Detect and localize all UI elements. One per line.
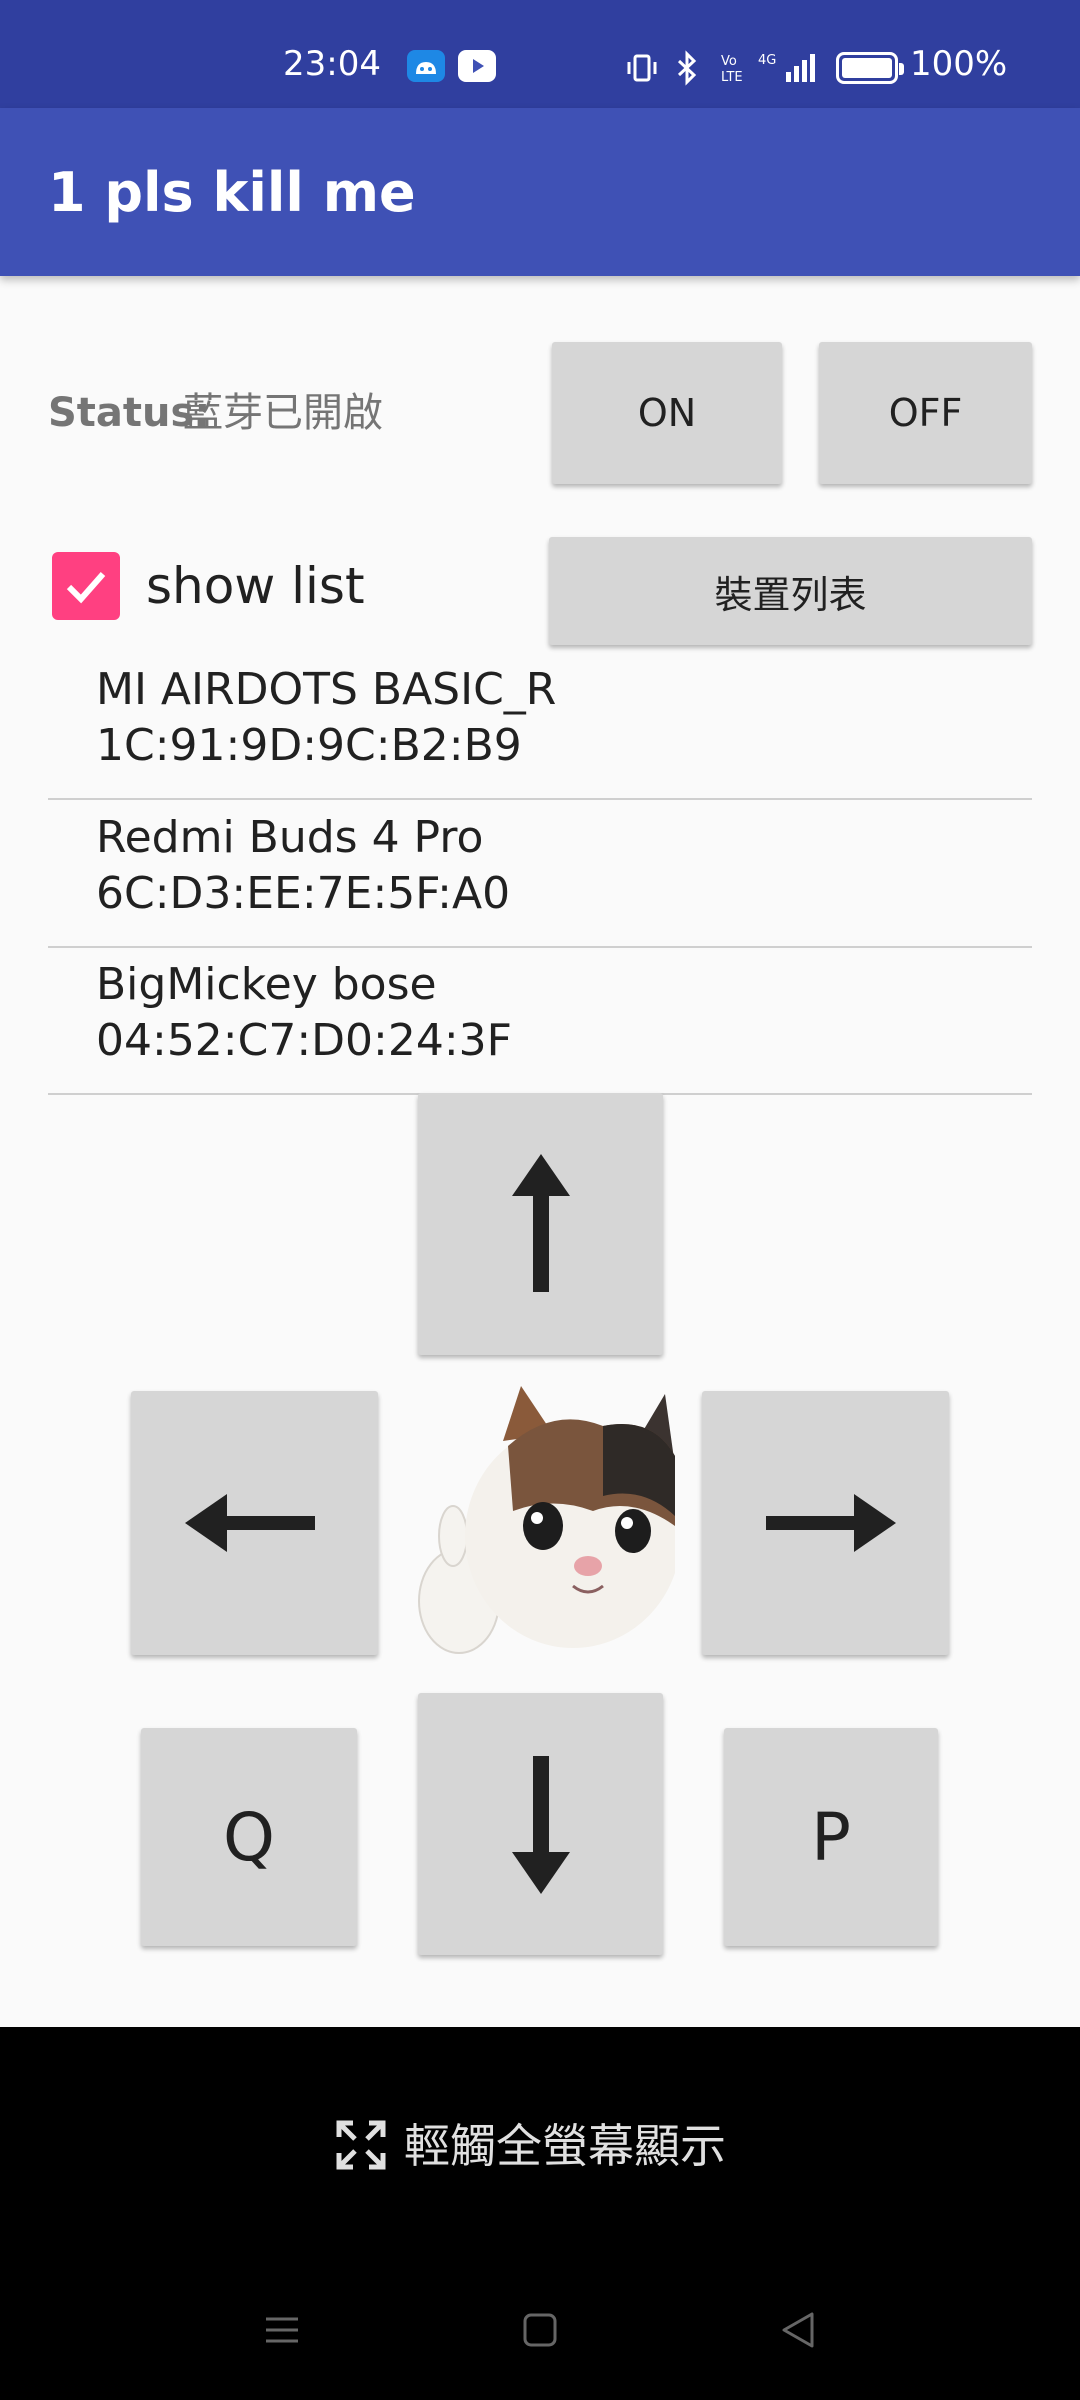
- on-button[interactable]: ON: [552, 342, 782, 484]
- app-title: 1 pls kill me: [48, 161, 416, 224]
- q-button[interactable]: Q: [141, 1728, 357, 1946]
- 4g-signal-icon: 4G: [758, 50, 820, 86]
- battery-percent: 100%: [910, 44, 1008, 84]
- arrow-right-icon: [765, 1494, 896, 1552]
- device-name: BigMickey bose: [96, 959, 437, 1010]
- off-button[interactable]: OFF: [819, 342, 1032, 484]
- volte-icon: Vo LTE: [719, 50, 747, 86]
- battery-icon: [836, 52, 904, 84]
- device-address: 6C:D3:EE:7E:5F:A0: [96, 868, 511, 919]
- device-address: 04:52:C7:D0:24:3F: [96, 1015, 512, 1066]
- show-list-label[interactable]: show list: [146, 556, 365, 616]
- arrow-down-icon: [511, 1756, 570, 1894]
- device-address: 1C:91:9D:9C:B2:B9: [96, 720, 522, 771]
- left-button[interactable]: [131, 1391, 378, 1655]
- youtube-icon: [458, 50, 496, 82]
- status-time: 23:04: [283, 44, 381, 84]
- list-item[interactable]: BigMickey bose 04:52:C7:D0:24:3F: [48, 947, 1032, 1095]
- menu-icon[interactable]: [262, 2310, 302, 2354]
- show-list-checkbox[interactable]: [52, 552, 120, 620]
- fullscreen-label[interactable]: 輕觸全螢幕顯示: [404, 2118, 726, 2174]
- cat-image: [403, 1386, 675, 1658]
- back-icon[interactable]: [778, 2310, 818, 2354]
- right-button[interactable]: [702, 1391, 949, 1655]
- arrow-up-icon: [511, 1154, 570, 1292]
- android-icon: [407, 50, 445, 82]
- device-list-button[interactable]: 裝置列表: [549, 537, 1032, 645]
- expand-icon[interactable]: [336, 2120, 386, 2170]
- arrow-left-icon: [184, 1494, 315, 1552]
- up-button[interactable]: [418, 1093, 663, 1355]
- svg-text:Vo: Vo: [721, 54, 737, 69]
- list-item[interactable]: Redmi Buds 4 Pro 6C:D3:EE:7E:5F:A0: [48, 800, 1032, 948]
- device-name: MI AIRDOTS BASIC_R: [96, 664, 557, 715]
- bluetooth-icon: [675, 50, 699, 86]
- svg-text:4G: 4G: [758, 53, 776, 68]
- device-name: Redmi Buds 4 Pro: [96, 812, 484, 863]
- list-item[interactable]: MI AIRDOTS BASIC_R 1C:91:9D:9C:B2:B9: [48, 652, 1032, 800]
- vibrate-icon: [626, 50, 658, 86]
- home-icon[interactable]: [520, 2310, 560, 2354]
- svg-text:LTE: LTE: [721, 70, 743, 85]
- down-button[interactable]: [418, 1693, 663, 1955]
- checkmark-icon: [66, 572, 106, 604]
- p-button[interactable]: P: [724, 1728, 938, 1946]
- status-value: 藍芽已開啟: [183, 390, 383, 436]
